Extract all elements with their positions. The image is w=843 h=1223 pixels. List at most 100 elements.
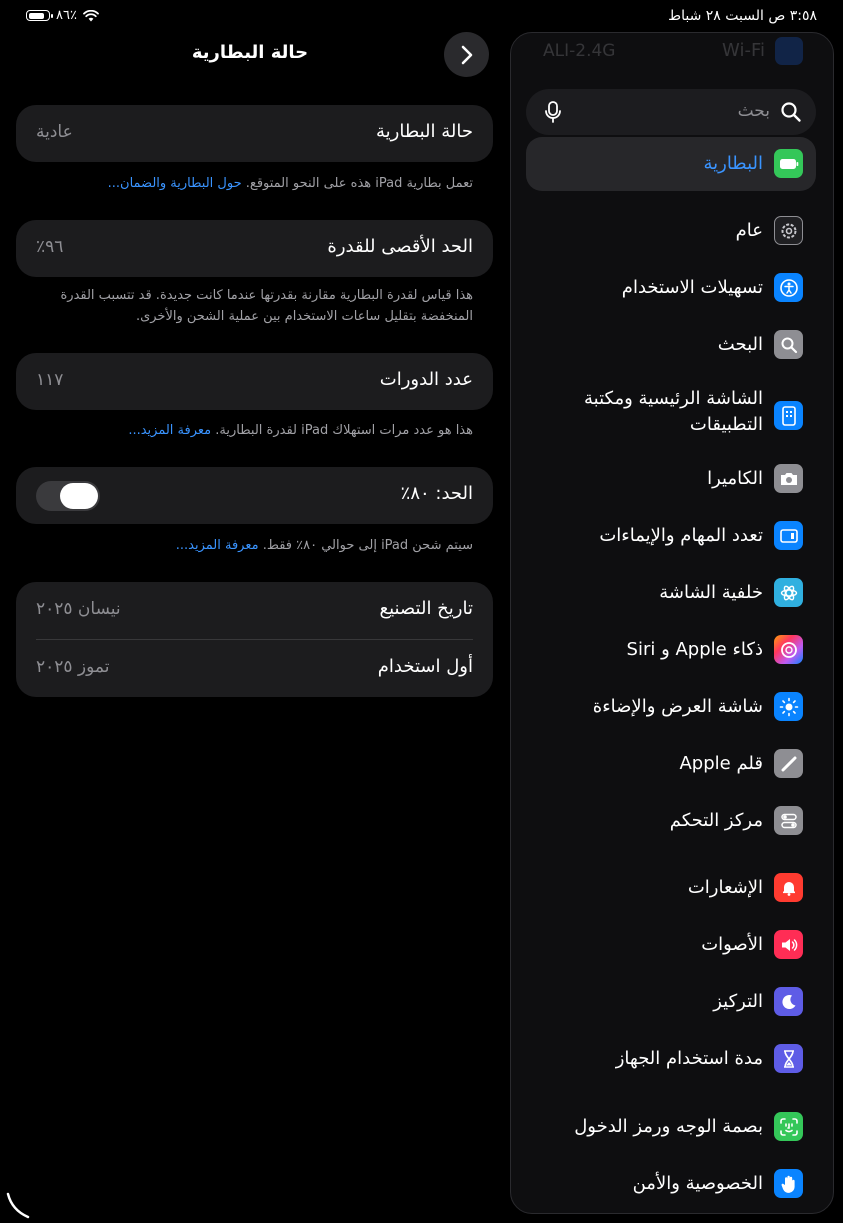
manufacture-date-label: تاريخ التصنيع — [379, 598, 473, 619]
search-icon — [781, 102, 801, 122]
manufacture-date-value: نيسان ٢٠٢٥ — [36, 599, 121, 619]
sidebar-item-label: الإشعارات — [687, 877, 763, 898]
sounds-icon — [774, 930, 803, 959]
sidebar-item-battery[interactable]: البطارية — [526, 137, 816, 191]
sidebar-item-general[interactable]: عام — [511, 209, 831, 253]
sidebar-item-display[interactable]: شاشة العرض والإضاءة — [511, 685, 831, 729]
toggle-knob — [60, 483, 98, 509]
sidebar-item-wifi[interactable]: Wi-Fi ALI-2.4G — [511, 37, 833, 69]
max-capacity-label: الحد الأقصى للقدرة — [327, 236, 473, 257]
sidebar-item-search[interactable]: البحث — [511, 323, 831, 367]
multitasking-icon — [774, 521, 803, 550]
battery-health-label: حالة البطارية — [376, 121, 473, 142]
sidebar-item-label: الكاميرا — [707, 468, 763, 489]
brightness-icon — [774, 692, 803, 721]
sidebar-item-accessibility[interactable]: تسهيلات الاستخدام — [511, 266, 831, 310]
search-placeholder: بحث — [737, 101, 770, 121]
wifi-icon — [775, 37, 803, 65]
sidebar-item-home-screen[interactable]: الشاشة الرئيسية ومكتبة التطبيقات — [511, 388, 831, 442]
screen-time-icon — [774, 1044, 803, 1073]
back-button[interactable] — [444, 32, 489, 77]
max-capacity-row: الحد الأقصى للقدرة ٩٦٪ — [16, 220, 493, 277]
sidebar-item-apple-pencil[interactable]: قلم Apple — [511, 742, 831, 786]
cycle-count-value: ١١٧ — [36, 370, 64, 390]
pencil-icon — [774, 749, 803, 778]
sidebar-item-label: تعدد المهام والإيماءات — [599, 525, 763, 546]
sidebar-item-privacy[interactable]: الخصوصية والأمن — [511, 1162, 831, 1206]
first-use-value: تموز ٢٠٢٥ — [36, 657, 110, 677]
notifications-icon — [774, 873, 803, 902]
sidebar-item-camera[interactable]: الكاميرا — [511, 457, 831, 501]
charge-limit-toggle[interactable] — [36, 481, 100, 511]
wifi-network-name: ALI-2.4G — [543, 41, 616, 61]
dates-card: تاريخ التصنيع نيسان ٢٠٢٥ أول استخدام تمو… — [16, 582, 493, 697]
sidebar-item-control-center[interactable]: مركز التحكم — [511, 799, 831, 843]
charge-limit-learn-more-link[interactable]: معرفة المزيد... — [176, 538, 259, 553]
status-indicators: ٨٦٪ — [26, 8, 99, 23]
face-id-icon — [774, 1112, 803, 1141]
sidebar-item-sounds[interactable]: الأصوات — [511, 923, 831, 967]
first-use-label: أول استخدام — [377, 656, 473, 677]
accessibility-icon — [774, 273, 803, 302]
sidebar-item-screen-time[interactable]: مدة استخدام الجهاز — [511, 1037, 831, 1081]
battery-health-row[interactable]: حالة البطارية عادية — [16, 105, 493, 162]
charge-limit-label: الحد: ٨٠٪ — [400, 483, 473, 504]
sidebar-item-label: شاشة العرض والإضاءة — [592, 696, 763, 717]
battery-icon — [774, 149, 803, 178]
page-title: حالة البطارية — [191, 42, 309, 63]
sidebar-item-notifications[interactable]: الإشعارات — [511, 866, 831, 910]
search-field[interactable]: بحث — [526, 89, 816, 135]
cycle-count-note: هذا هو عدد مرات استهلاك iPad لقدرة البطا… — [36, 420, 473, 441]
charge-limit-note-text: سيتم شحن iPad إلى حوالي ٨٠٪ فقط. — [262, 538, 473, 553]
wifi-label: Wi-Fi — [722, 40, 765, 61]
hand-icon — [774, 1169, 803, 1198]
sidebar-item-label: الخصوصية والأمن — [632, 1173, 763, 1194]
corner-indicator — [6, 1192, 30, 1219]
sidebar-item-label: قلم Apple — [679, 753, 763, 774]
sidebar-item-label: مركز التحكم — [669, 810, 763, 831]
cycle-count-note-text: هذا هو عدد مرات استهلاك iPad لقدرة البطا… — [215, 423, 473, 438]
sidebar-item-wallpaper[interactable]: خلفية الشاشة — [511, 571, 831, 615]
battery-health-value: عادية — [36, 122, 73, 142]
sidebar-item-multitasking[interactable]: تعدد المهام والإيماءات — [511, 514, 831, 558]
sidebar-item-label: التركيز — [713, 991, 763, 1012]
wifi-status-icon — [83, 9, 99, 21]
battery-health-note-text: تعمل بطارية iPad هذه على النحو المتوقع. — [245, 176, 473, 191]
max-capacity-value: ٩٦٪ — [36, 237, 64, 257]
gear-icon — [774, 216, 803, 245]
sidebar-item-label: تسهيلات الاستخدام — [621, 277, 763, 298]
sidebar-item-label: البطارية — [703, 153, 763, 174]
sidebar-item-label: عام — [735, 220, 763, 241]
sidebar-item-label: الأصوات — [701, 934, 763, 955]
control-center-icon — [774, 806, 803, 835]
home-screen-icon — [774, 401, 803, 430]
sidebar-item-face-id[interactable]: بصمة الوجه ورمز الدخول — [511, 1105, 831, 1149]
sidebar-item-focus[interactable]: التركيز — [511, 980, 831, 1024]
cycle-count-label: عدد الدورات — [379, 369, 473, 390]
charge-limit-row: الحد: ٨٠٪ — [16, 467, 493, 524]
chevron-right-icon — [461, 45, 472, 64]
battery-percent: ٨٦٪ — [56, 8, 77, 23]
battery-status-icon — [26, 10, 53, 21]
sidebar-item-label: الشاشة الرئيسية ومكتبة التطبيقات — [584, 388, 763, 435]
wallpaper-icon — [774, 578, 803, 607]
battery-warranty-link[interactable]: حول البطارية والضمان... — [108, 176, 242, 191]
camera-icon — [774, 464, 803, 493]
charge-limit-note: سيتم شحن iPad إلى حوالي ٨٠٪ فقط. معرفة ا… — [36, 535, 473, 556]
settings-sidebar: Wi-Fi ALI-2.4G بحث البطارية عام تسهيلات … — [510, 32, 834, 1214]
sidebar-item-label: خلفية الشاشة — [659, 582, 763, 603]
max-capacity-note: هذا قياس لقدرة البطارية مقارنة بقدرتها ع… — [60, 288, 473, 324]
cycle-count-learn-more-link[interactable]: معرفة المزيد... — [128, 423, 211, 438]
search-icon — [774, 330, 803, 359]
focus-icon — [774, 987, 803, 1016]
battery-health-note: تعمل بطارية iPad هذه على النحو المتوقع. … — [36, 173, 473, 194]
sidebar-item-label: ذكاء Apple و Siri — [626, 639, 763, 660]
cycle-count-row: عدد الدورات ١١٧ — [16, 353, 493, 410]
microphone-icon[interactable] — [542, 100, 564, 124]
sidebar-item-label: مدة استخدام الجهاز — [615, 1048, 763, 1069]
status-time-date: ٣:٥٨ ص السبت ٢٨ شباط — [668, 8, 817, 24]
sidebar-item-apple-intelligence[interactable]: ذكاء Apple و Siri — [511, 628, 831, 672]
siri-icon — [774, 635, 803, 664]
divider — [36, 639, 473, 640]
sidebar-item-label: بصمة الوجه ورمز الدخول — [574, 1116, 763, 1137]
